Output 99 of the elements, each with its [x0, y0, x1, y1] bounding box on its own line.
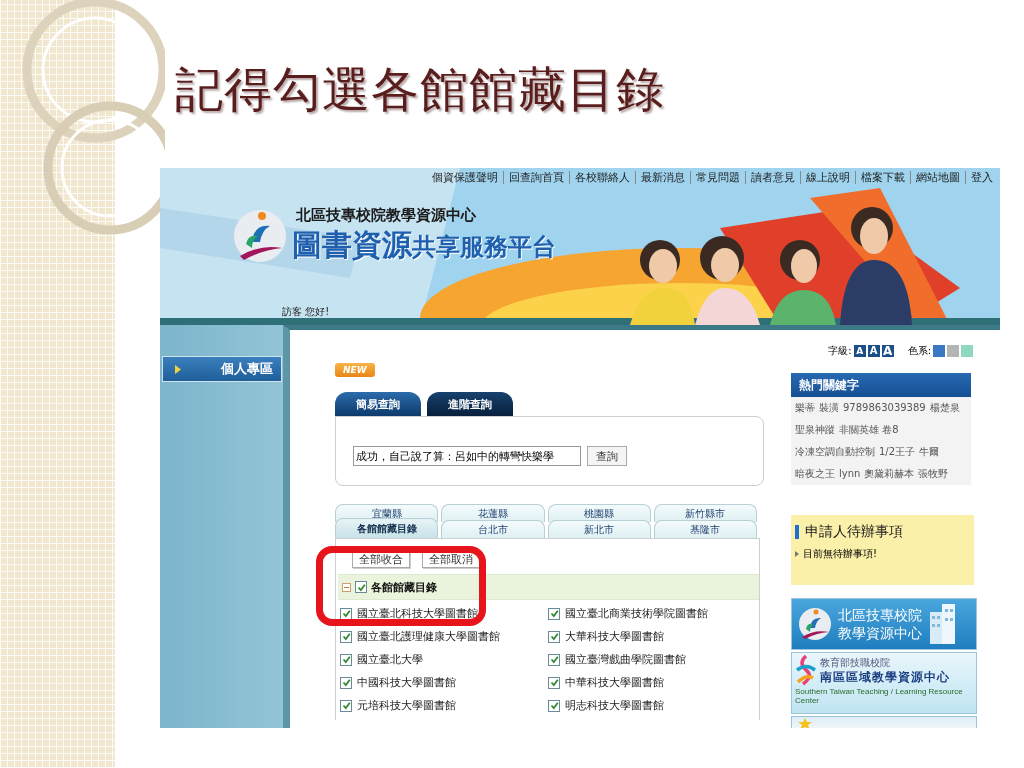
nav-link[interactable]: 讀者意見: [745, 171, 800, 184]
checkbox[interactable]: [548, 630, 560, 643]
keyword-link[interactable]: lynn: [839, 466, 861, 482]
color-swatch[interactable]: [947, 344, 959, 357]
panel-title: 熱門關鍵字: [791, 373, 971, 397]
color-swatch[interactable]: [933, 344, 945, 357]
checkbox[interactable]: [548, 653, 560, 666]
keyword-link[interactable]: 冷凍空調自動控制: [795, 444, 875, 460]
building-icon: [928, 604, 956, 644]
check-icon: [341, 632, 351, 641]
triangle-icon: [175, 364, 181, 374]
promo-banner[interactable]: 北區技專校院 教學資源中心: [791, 598, 977, 650]
tree-label: 各館館藏目錄: [371, 579, 437, 595]
library-label: 大華科技大學圖書館: [565, 629, 664, 644]
promo-banner[interactable]: 教育部技職校院 南區區域教學資源中心 Southern Taiwan Teaching / Learning Resource Center: [791, 652, 977, 714]
color-scheme-label: 色系:: [907, 343, 931, 358]
check-icon: [356, 582, 366, 592]
sidebar-item[interactable]: 個人專區: [162, 356, 282, 382]
check-icon: [341, 701, 351, 710]
font-size-button[interactable]: A: [881, 344, 894, 357]
collapse-button[interactable]: [342, 582, 351, 592]
checkbox[interactable]: [548, 607, 560, 620]
greeting-text: 訪客 您好!: [282, 305, 331, 319]
library-label: 國立臺北科技大學圖書館: [357, 606, 478, 621]
search-tab[interactable]: 簡易查詢: [335, 392, 421, 416]
nav-link[interactable]: 最新消息: [635, 171, 690, 184]
region-tab[interactable]: 新竹縣市: [653, 504, 757, 522]
region-tab[interactable]: 花蓮縣: [441, 504, 545, 522]
nav-link[interactable]: 常見問題: [690, 171, 745, 184]
keyword-link[interactable]: 牛爾: [919, 444, 940, 460]
check-icon: [549, 678, 559, 687]
checkbox[interactable]: [340, 676, 352, 689]
keyword-link[interactable]: 1/2王子: [879, 444, 916, 460]
checkbox[interactable]: [340, 607, 352, 620]
keyword-link[interactable]: 樂蒂: [795, 400, 815, 416]
check-icon: [549, 655, 559, 664]
region-tab[interactable]: 台北市: [441, 520, 545, 538]
check-icon: [549, 609, 559, 618]
logo-icon: [798, 607, 832, 641]
nav-link[interactable]: 個資保護聲明: [427, 171, 503, 184]
keyword-link[interactable]: 張牧野: [918, 466, 949, 482]
nav-link[interactable]: 登入: [965, 171, 998, 184]
keyword-link[interactable]: 楊楚泉: [929, 400, 960, 416]
check-icon: [549, 701, 559, 710]
keyword-link[interactable]: 奧黛莉赫本: [864, 466, 915, 482]
checkbox[interactable]: [548, 699, 560, 712]
library-label: 中華科技大學圖書館: [565, 675, 664, 690]
check-icon: [341, 655, 351, 664]
swirl-icon: [795, 654, 817, 686]
banner-subtext: Southern Taiwan Teaching / Learning Resource Center: [795, 687, 964, 705]
search-field[interactable]: 成功，自己說了算：呂如中的轉彎快樂學: [353, 446, 581, 466]
library-label: 國立臺北商業技術學院圖書館: [565, 606, 708, 621]
check-icon: [341, 678, 351, 687]
triangle-icon: [795, 551, 799, 557]
new-badge: NEW: [335, 363, 375, 377]
banner-caption: 教育部技職校院: [820, 655, 891, 670]
nav-link[interactable]: 各校聯絡人: [569, 171, 635, 184]
keyword-link[interactable]: 暗夜之王: [795, 466, 835, 482]
banner-text: 南區區域教學資源中心: [820, 669, 950, 685]
panel-title: 申請人待辦事項: [795, 523, 974, 541]
region-tab[interactable]: 桃園縣: [547, 504, 651, 522]
nav-link[interactable]: 線上說明: [800, 171, 855, 184]
banner-text: 教學資源中心: [838, 624, 922, 642]
nav-link[interactable]: 檔案下載: [855, 171, 910, 184]
library-label: 中國科技大學圖書館: [357, 675, 456, 690]
nav-link[interactable]: 網站地圖: [910, 171, 965, 184]
check-icon: [341, 609, 351, 618]
check-icon: [549, 632, 559, 641]
site-title: 圖書資源共享服務平台: [292, 226, 556, 264]
slide-title: 記得勾選各館館藏目錄: [175, 60, 666, 119]
library-label: 國立臺北護理健康大學圖書館: [357, 629, 500, 644]
search-button[interactable]: 查詢: [587, 446, 627, 466]
keyword-link[interactable]: 裝潢: [819, 400, 839, 416]
logo-icon: [232, 208, 288, 264]
library-label: 國立臺灣戲曲學院圖書館: [565, 652, 686, 667]
library-label: 明志科技大學圖書館: [565, 698, 664, 713]
checkbox[interactable]: [355, 581, 367, 593]
site-subtitle: 北區技專校院教學資源中心: [296, 206, 477, 225]
library-label: 元培科技大學圖書館: [357, 698, 456, 713]
region-tab[interactable]: 各館館藏目錄: [335, 518, 439, 538]
todo-item: 目前無待辦事項!: [803, 547, 877, 561]
font-size-button[interactable]: A: [853, 344, 866, 357]
checkbox[interactable]: [340, 699, 352, 712]
library-label: 國立臺北大學: [357, 652, 423, 667]
keyword-link[interactable]: 非關英雄 卷8: [839, 422, 899, 438]
checkbox[interactable]: [340, 630, 352, 643]
color-swatch[interactable]: [961, 344, 973, 357]
star-icon: [798, 718, 812, 728]
keyword-link[interactable]: 9789863039389: [843, 400, 926, 416]
region-tab[interactable]: 基隆市: [653, 520, 757, 538]
font-size-label: 字級:: [828, 343, 852, 358]
nav-link[interactable]: 回查詢首頁: [503, 171, 569, 184]
checkbox[interactable]: [340, 653, 352, 666]
banner-text: 北區技專校院: [838, 606, 922, 624]
search-tab[interactable]: 進階查詢: [427, 392, 513, 416]
font-size-button[interactable]: A: [867, 344, 880, 357]
region-tab[interactable]: 新北市: [547, 520, 651, 538]
checkbox[interactable]: [548, 676, 560, 689]
keyword-link[interactable]: 聖泉神蹤: [795, 422, 835, 438]
